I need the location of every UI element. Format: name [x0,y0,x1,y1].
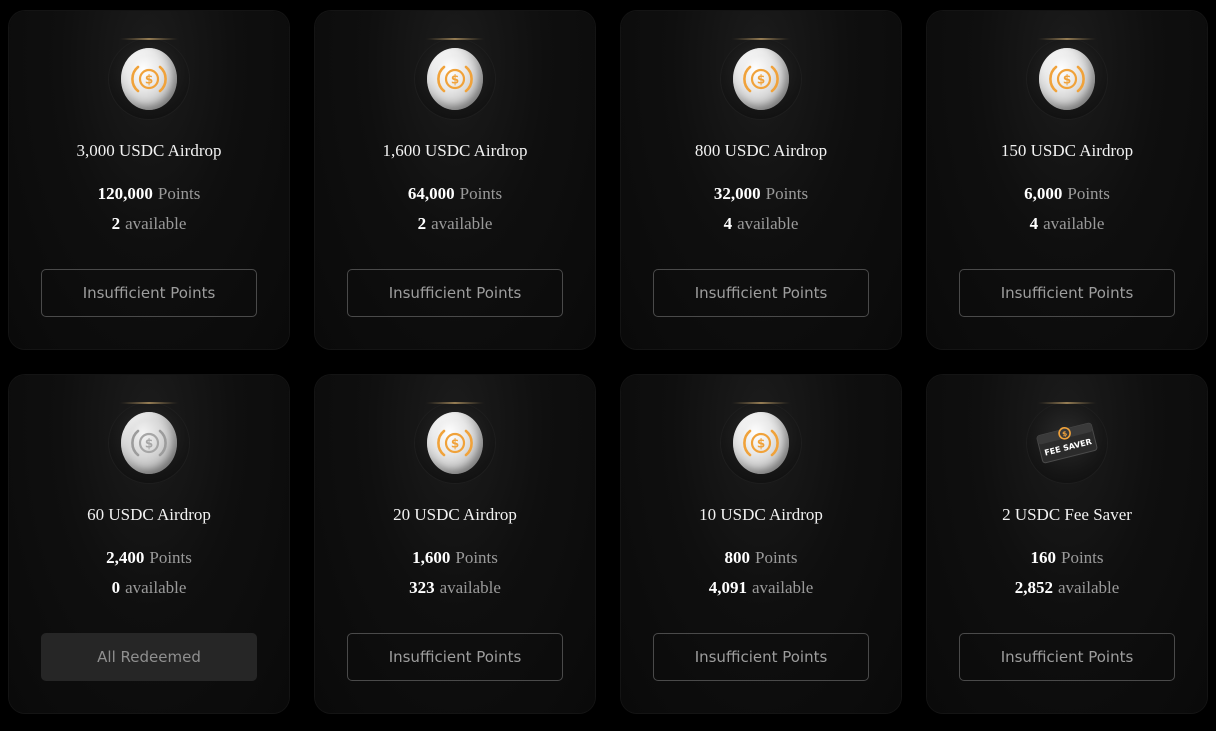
availability: 2,852 available [927,578,1207,598]
points-value: 32,000 [713,184,761,203]
svg-text:$: $ [145,73,153,87]
available-count: 2,852 [1014,578,1053,597]
svg-text:$: $ [757,73,765,87]
redeem-button[interactable]: Insufficient Points [653,269,869,317]
available-count: 2 [417,214,427,233]
usdc-coin-icon: $ [733,48,789,110]
availability: 2 available [9,214,289,234]
reward-card: $ 60 USDC Airdrop 2,400 Points 0 available… [9,375,289,713]
points-label: Points [1067,184,1110,203]
available-label: available [125,214,187,233]
points-cost: 160 Points [927,548,1207,568]
points-label: Points [455,548,498,567]
svg-text:$: $ [757,437,765,451]
points-value: 64,000 [407,184,455,203]
reward-card: $ 3,000 USDC Airdrop 120,000 Points 2 avai… [9,11,289,349]
usdc-coin-icon: $ [427,412,483,474]
available-label: available [737,214,799,233]
reward-title: 2 USDC Fee Saver [1002,505,1132,524]
svg-text:$: $ [1063,73,1071,87]
reward-card: $ 150 USDC Airdrop 6,000 Points 4 availabl… [927,11,1207,349]
available-label: available [751,578,814,597]
reward-card: $ 1,600 USDC Airdrop 64,000 Points 2 avail… [315,11,595,349]
points-value: 800 [724,548,750,567]
reward-title: 3,000 USDC Airdrop [76,141,222,160]
points-value: 160 [1030,548,1056,567]
reward-card: $ 20 USDC Airdrop 1,600 Points 323 availab… [315,375,595,713]
reward-title: 1,600 USDC Airdrop [382,141,528,160]
availability: 4 available [927,214,1207,234]
redeem-button[interactable]: Insufficient Points [959,633,1175,681]
redeem-button[interactable]: Insufficient Points [347,269,563,317]
coin-frame: $ [721,402,801,483]
points-value: 2,400 [106,548,145,567]
usdc-coin-icon: $ [121,48,177,110]
points-label: Points [149,548,192,567]
availability: 4,091 available [621,578,901,598]
reward-title: 800 USDC Airdrop [694,141,828,160]
usdc-coin-icon: $ [733,412,789,474]
rewards-grid: $ 3,000 USDC Airdrop 120,000 Points 2 avai… [0,0,1216,731]
usdc-coin-icon: $ [427,48,483,110]
points-label: Points [459,184,503,203]
points-label: Points [157,184,201,203]
redeem-button[interactable]: Insufficient Points [653,633,869,681]
points-cost: 120,000 Points [9,184,289,204]
available-count: 4 [723,214,733,233]
available-count: 2 [111,214,121,233]
availability: 323 available [315,578,595,598]
fee-saver-ticket-icon: $ FEE SAVER [1033,419,1101,467]
available-label: available [1043,214,1105,233]
points-label: Points [754,548,798,567]
points-cost: 32,000 Points [621,184,901,204]
coin-frame: $ [1027,38,1107,119]
coin-frame: $ [721,38,801,119]
points-label: Points [1060,548,1104,567]
available-label: available [125,578,187,597]
points-cost: 800 Points [621,548,901,568]
available-count: 4,091 [708,578,747,597]
points-cost: 6,000 Points [927,184,1207,204]
all-redeemed-button[interactable]: All Redeemed [41,633,257,681]
redeem-button[interactable]: Insufficient Points [347,633,563,681]
points-cost: 1,600 Points [315,548,595,568]
reward-card: $ 10 USDC Airdrop 800 Points 4,091 availab… [621,375,901,713]
available-label: available [431,214,493,233]
coin-frame: $ [109,38,189,119]
availability: 4 available [621,214,901,234]
points-value: 6,000 [1024,184,1063,203]
reward-title: 20 USDC Airdrop [393,505,517,524]
available-label: available [1057,578,1120,597]
points-cost: 2,400 Points [9,548,289,568]
availability: 2 available [315,214,595,234]
available-count: 4 [1029,214,1039,233]
reward-title: 10 USDC Airdrop [699,505,823,524]
coin-frame: $ [109,402,189,483]
svg-text:$: $ [145,437,153,451]
reward-card: $ FEE SAVER 2 USDC Fee Saver 160 Points 2… [927,375,1207,713]
availability: 0 available [9,578,289,598]
available-count: 0 [111,578,121,597]
points-cost: 64,000 Points [315,184,595,204]
reward-title: 150 USDC Airdrop [1000,141,1134,160]
svg-text:$: $ [451,437,459,451]
points-label: Points [765,184,809,203]
coin-frame: $ [415,38,495,119]
points-value: 120,000 [97,184,153,203]
reward-card: $ 800 USDC Airdrop 32,000 Points 4 availab… [621,11,901,349]
usdc-coin-gray-icon: $ [121,412,177,474]
available-count: 323 [409,578,435,597]
coin-frame: $ [415,402,495,483]
coin-frame: $ FEE SAVER [1027,402,1107,483]
redeem-button[interactable]: Insufficient Points [959,269,1175,317]
svg-text:$: $ [451,73,459,87]
available-label: available [439,578,501,597]
usdc-coin-icon: $ [1039,48,1095,110]
points-value: 1,600 [412,548,451,567]
redeem-button[interactable]: Insufficient Points [41,269,257,317]
reward-title: 60 USDC Airdrop [87,505,211,524]
